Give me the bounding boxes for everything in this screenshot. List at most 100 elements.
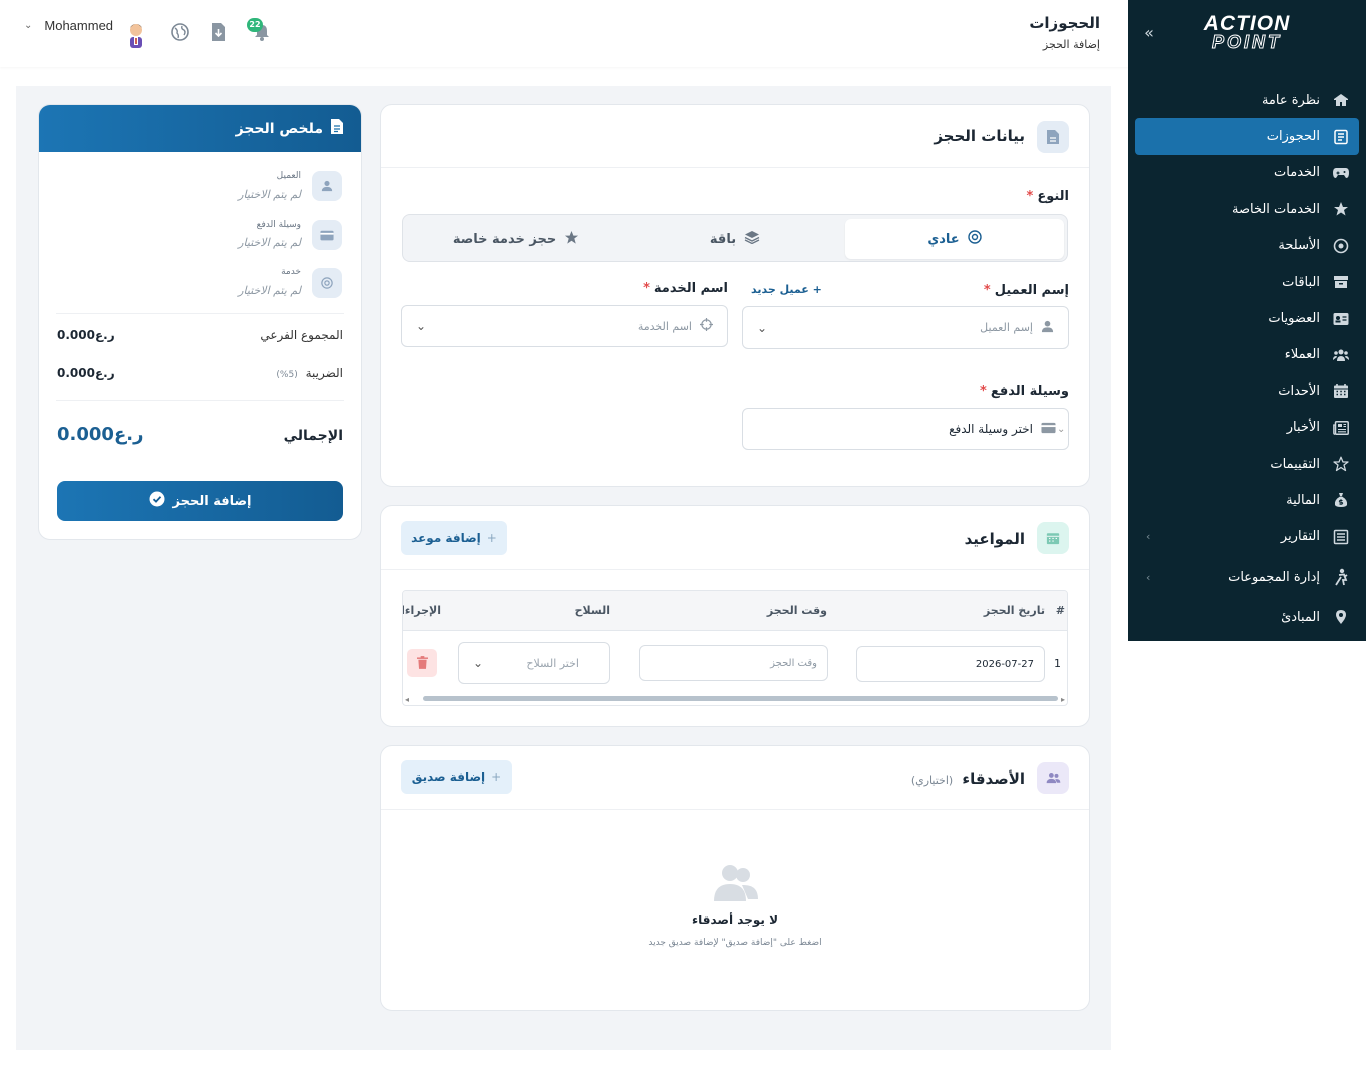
sidebar-item-special-services[interactable]: الخدمات الخاصة <box>1128 191 1366 227</box>
download-icon[interactable] <box>209 22 231 44</box>
booking-summary-card <box>38 104 362 540</box>
add-booking-button[interactable]: إضافة الحجز <box>57 481 343 521</box>
calendar-icon <box>1332 382 1350 400</box>
empty-friends-title: لا يوجد أصدقاء <box>691 913 779 927</box>
subtotal-value: ر.ع0.000 <box>57 328 115 342</box>
sidebar-item-memberships[interactable]: العضويات <box>1128 300 1366 336</box>
type-option-special-service[interactable]: حجز خدمة خاصة <box>407 219 625 259</box>
summary-divider <box>56 313 344 314</box>
total-value: ر.ع0.000 <box>57 424 144 445</box>
sidebar-item-overview[interactable]: نظرة عامة <box>1128 82 1366 118</box>
plus-icon: + <box>486 531 497 545</box>
star-icon <box>564 230 579 249</box>
breadcrumb[interactable]: إضافة الحجز <box>1043 38 1100 51</box>
horizontal-scrollbar[interactable] <box>423 696 1058 701</box>
home-icon <box>1332 91 1350 109</box>
service-label: اسم الخدمة* <box>643 281 728 296</box>
package-icon <box>1332 273 1350 291</box>
plus-icon: + <box>812 283 822 296</box>
add-appointment-button[interactable]: + إضافة موعد <box>401 521 507 555</box>
calendar-icon <box>1037 522 1069 554</box>
sidebar-item-finance[interactable]: المالية <box>1128 482 1366 518</box>
optional-tag: (اختياري) <box>910 774 954 787</box>
sidebar-nav: نظرة عامة الحجوزات الخدمات الخدمات الخاص… <box>1128 82 1366 635</box>
payment-label: وسيلة الدفع* <box>980 384 1069 399</box>
col-actions: الإجراءا <box>402 604 441 617</box>
sidebar-item-services[interactable]: الخدمات <box>1128 155 1366 191</box>
sidebar-item-news[interactable]: الأخبار <box>1128 410 1366 446</box>
user-menu[interactable]: ⌄ Mohammed <box>24 18 113 33</box>
sidebar-item-label: العضويات <box>1268 311 1320 327</box>
sidebar-item-bookings[interactable]: الحجوزات <box>1135 118 1359 155</box>
document-icon <box>331 119 343 138</box>
target-icon <box>312 268 342 298</box>
plus-icon: + <box>491 770 502 784</box>
collapse-sidebar-icon[interactable]: « <box>1140 24 1158 42</box>
sidebar: ACTION POINT « نظرة عامة الحجوزات الخدما… <box>1128 0 1366 641</box>
sidebar-item-label: نظرة عامة <box>1261 92 1320 108</box>
sidebar-item-label: الخدمات الخاصة <box>1231 201 1320 217</box>
sidebar-item-reports[interactable]: ‹ التقارير <box>1128 519 1366 555</box>
sidebar-item-group-management[interactable]: ‹ إدارة المجموعات <box>1128 555 1366 599</box>
friends-title: الأصدقاء (اختياري) <box>910 770 1025 788</box>
star-icon <box>1332 200 1350 218</box>
payment-select[interactable]: اختر وسيلة الدفع ⌄ <box>742 408 1069 450</box>
row-index: 1 <box>1054 657 1061 670</box>
user-name: Mohammed <box>44 18 114 33</box>
col-time: وقت الحجز <box>766 604 827 617</box>
appointments-title: المواعيد <box>964 530 1025 548</box>
customer-label: إسم العميل* <box>983 283 1069 298</box>
subtotal-label: المجموع الفرعي <box>260 328 343 342</box>
users-icon <box>1037 762 1069 794</box>
sidebar-item-reviews[interactable]: التقييمات <box>1128 446 1366 482</box>
col-index: # <box>1055 604 1065 617</box>
weapon-select[interactable]: اختر السلاح ⌄ <box>458 642 610 684</box>
customer-select[interactable]: إسم العميل ⌄ <box>742 306 1069 349</box>
top-header: الحجوزات إضافة الحجز ⌄ Mohammed 22 <box>0 0 1128 67</box>
add-friend-button[interactable]: + إضافة صديق <box>401 760 512 794</box>
user-icon <box>312 171 342 201</box>
sidebar-item-label: المالية <box>1286 492 1320 508</box>
group-icon <box>1332 568 1350 586</box>
sidebar-item-label: الأسلحة <box>1278 238 1320 254</box>
chevron-down-icon: ⌄ <box>24 20 33 31</box>
scroll-right-icon[interactable]: ▸ <box>1061 695 1065 704</box>
avatar[interactable] <box>124 20 148 50</box>
bookings-icon <box>1332 128 1350 146</box>
chevron-left-icon: ‹ <box>1146 530 1151 544</box>
new-customer-link[interactable]: + عميل جديد <box>751 283 822 296</box>
summary-title: ملخص الحجز <box>236 119 343 138</box>
globe-icon[interactable] <box>170 22 192 44</box>
col-weapon: السلاح <box>574 604 610 617</box>
delete-row-button[interactable] <box>407 649 437 677</box>
booking-data-title: بيانات الحجز <box>934 127 1025 145</box>
sidebar-item-label: الأحداث <box>1278 383 1320 399</box>
summary-divider <box>56 400 344 401</box>
sidebar-item-principles[interactable]: المبادئ <box>1128 599 1366 635</box>
sidebar-item-weapons[interactable]: الأسلحة <box>1128 228 1366 264</box>
appointments-table: # تاريخ الحجز وقت الحجز السلاح الإجراءا … <box>402 590 1068 706</box>
type-option-regular[interactable]: عادي <box>845 219 1064 259</box>
credit-card-icon <box>1041 422 1056 437</box>
user-icon <box>1041 320 1054 336</box>
tax-value: ر.ع0.000 <box>57 366 115 380</box>
chevron-down-icon: ⌄ <box>473 656 484 670</box>
action-point-logo[interactable]: ACTION POINT <box>1192 13 1302 52</box>
location-icon <box>1332 608 1350 626</box>
check-circle-icon <box>149 491 165 511</box>
booking-type-segmented: عادي باقة حجز خدمة خاصة <box>402 214 1068 262</box>
scroll-left-icon[interactable]: ◂ <box>405 695 409 704</box>
id-card-icon <box>1332 310 1350 328</box>
sidebar-item-label: إدارة المجموعات <box>1228 569 1320 585</box>
sidebar-item-packages[interactable]: الباقات <box>1128 264 1366 300</box>
service-select[interactable]: اسم الخدمة ⌄ <box>401 305 728 347</box>
sidebar-item-label: التقييمات <box>1270 456 1320 472</box>
trash-icon <box>416 654 428 673</box>
booking-date-input[interactable]: 2026-07-27 <box>856 646 1045 682</box>
money-bag-icon <box>1332 491 1350 509</box>
sidebar-item-customers[interactable]: العملاء <box>1128 337 1366 373</box>
booking-time-input[interactable]: وقت الحجز <box>639 645 828 681</box>
empty-friends-hint: اضغط على "إضافة صديق" لإضافة صديق جديد <box>648 938 822 948</box>
type-option-package[interactable]: باقة <box>625 219 845 259</box>
sidebar-item-events[interactable]: الأحداث <box>1128 373 1366 409</box>
